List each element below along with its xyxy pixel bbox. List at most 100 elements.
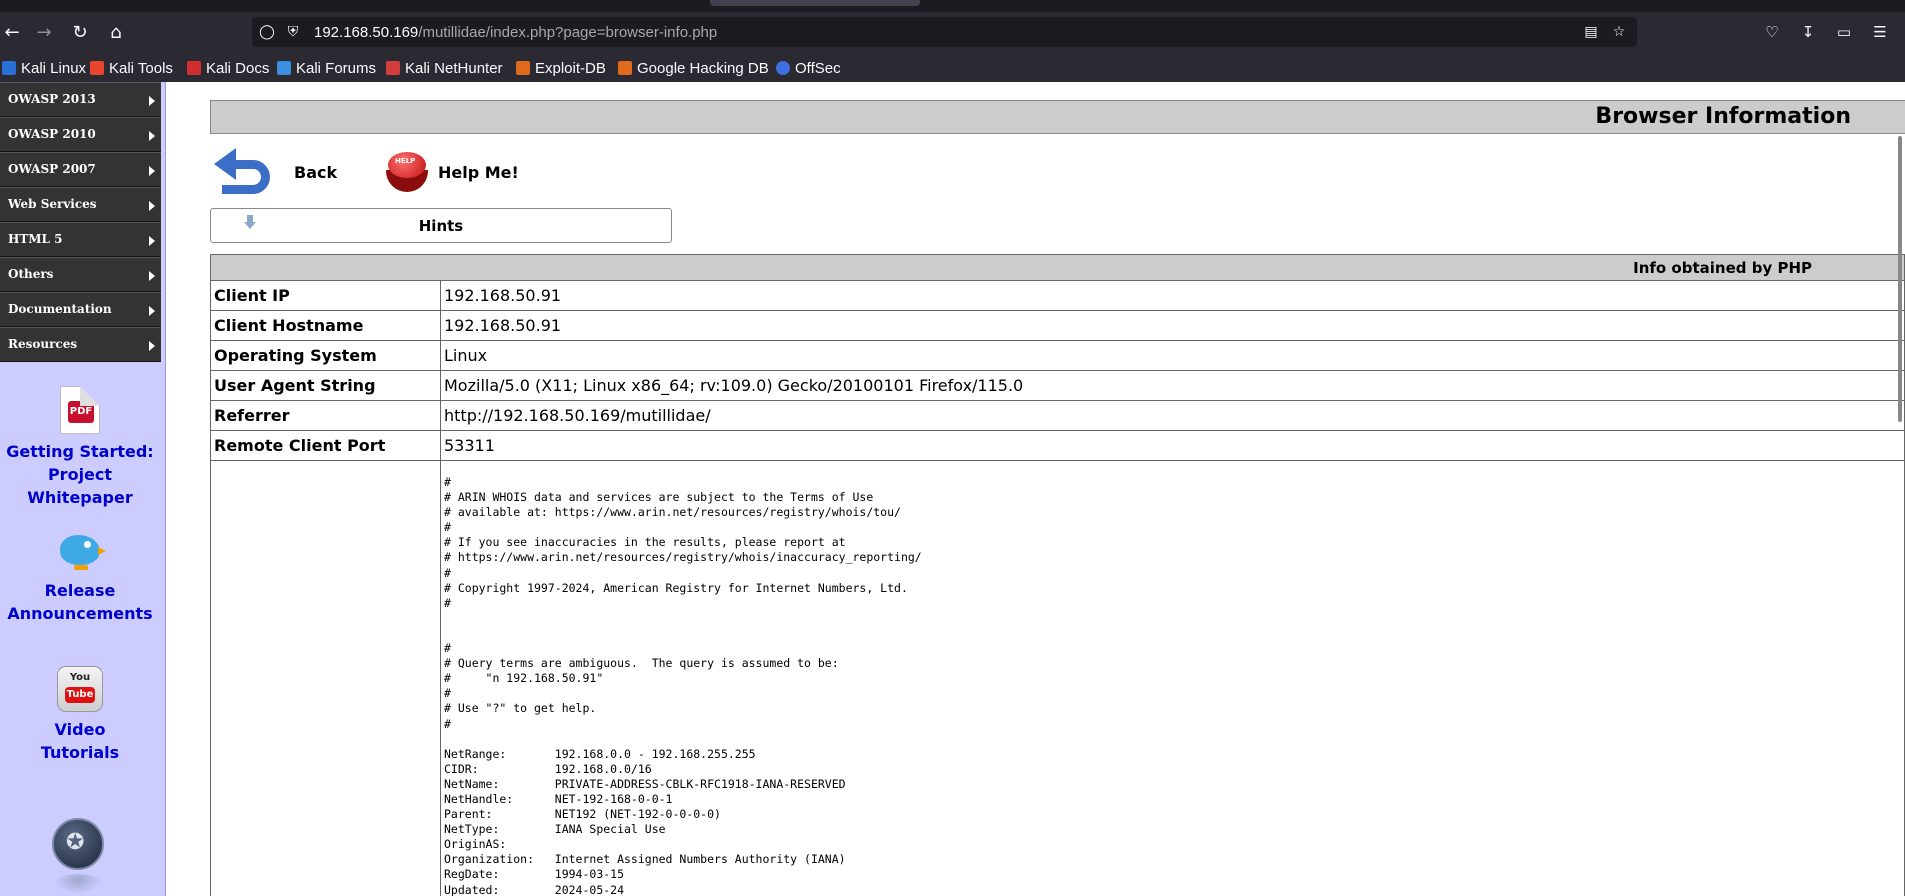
row-label: User Agent String (210, 370, 441, 401)
bookmark-kali-linux[interactable]: Kali Linux (2, 58, 86, 78)
table-row: Client Hostname 192.168.50.91 (210, 310, 1905, 341)
table-row: Remote Client Port 53311 (210, 430, 1905, 461)
kali-tools-icon (90, 61, 104, 75)
google-hacking-db-icon (618, 61, 632, 75)
bookmark-kali-forums[interactable]: Kali Forums (277, 58, 376, 78)
submenu-arrow-icon (149, 341, 155, 351)
row-label: Remote Client Port (210, 430, 441, 461)
back-label[interactable]: Back (294, 163, 337, 182)
menu-resources[interactable]: Resources (0, 327, 161, 362)
bookmark-offsec[interactable]: OffSec (776, 58, 841, 78)
kali-docs-icon (187, 61, 201, 75)
menu-documentation[interactable]: Documentation (0, 292, 161, 327)
menu-web-services[interactable]: Web Services (0, 187, 161, 222)
sidebar: OWASP 2013 OWASP 2010 OWASP 2007 Web Ser… (0, 82, 166, 896)
whitepaper-link[interactable]: PDF Getting Started: Project Whitepaper (0, 386, 160, 509)
menu-owasp-2013[interactable]: OWASP 2013 (0, 82, 161, 117)
bookmarks-toolbar: Kali Linux Kali Tools Kali Docs Kali For… (0, 52, 1905, 82)
table-row: Referrer http://192.168.50.169/mutillida… (210, 400, 1905, 431)
bookmark-kali-docs[interactable]: Kali Docs (187, 58, 269, 78)
menu-label: OWASP 2007 (8, 162, 96, 176)
release-announcements-link[interactable]: Release Announcements (0, 525, 160, 625)
extensions-icon[interactable]: ▭ (1832, 20, 1856, 44)
back-arrow-icon[interactable] (214, 142, 278, 202)
menu-label: HTML 5 (8, 232, 63, 246)
reader-icon[interactable]: ▤ (1582, 23, 1600, 41)
whois-label-cell (210, 460, 441, 896)
row-value: http://192.168.50.169/mutillidae/ (440, 400, 1905, 431)
star-icon[interactable]: ☆ (1610, 23, 1628, 41)
help-label[interactable]: Help Me! (438, 163, 519, 182)
kali-forums-icon (277, 61, 291, 75)
back-icon[interactable]: ← (0, 20, 24, 44)
url-path: /mutillidae/index.php?page=browser-info.… (418, 24, 718, 41)
menu-owasp-2010[interactable]: OWASP 2010 (0, 117, 161, 152)
menu-icon[interactable]: ☰ (1868, 20, 1892, 44)
bookmark-kali-nethunter[interactable]: Kali NetHunter (386, 58, 503, 78)
row-value: Linux (440, 340, 1905, 371)
whois-row: # # ARIN WHOIS data and services are sub… (210, 460, 1905, 896)
bookmark-label: Exploit-DB (535, 59, 606, 77)
bookmark-exploit-db[interactable]: Exploit-DB (516, 58, 606, 78)
url-bar[interactable]: ◯ ⛨ 192.168.50.169/mutillidae/index.php?… (252, 17, 1637, 47)
offsec-icon (776, 61, 790, 75)
submenu-arrow-icon (149, 96, 155, 106)
forward-icon[interactable]: → (32, 20, 56, 44)
back-button[interactable]: Back (214, 142, 337, 202)
menu-others[interactable]: Others (0, 257, 161, 292)
whitepaper-label-line1[interactable]: Getting Started: (0, 440, 160, 463)
youtube-icon-top-text: You (69, 672, 91, 683)
table-row: User Agent String Mozilla/5.0 (X11; Linu… (210, 370, 1905, 401)
bookmark-label: OffSec (795, 59, 841, 77)
page-viewport: OWASP 2013 OWASP 2010 OWASP 2007 Web Ser… (0, 82, 1905, 896)
table-header: Info obtained by PHP (210, 254, 1905, 281)
exploit-db-icon (516, 61, 530, 75)
bookmark-kali-tools[interactable]: Kali Tools (90, 58, 173, 78)
shield-icon[interactable]: ◯ (258, 23, 276, 41)
hints-toggle[interactable]: Hints (210, 208, 672, 243)
video-tutorials-link[interactable]: You Tube Video Tutorials (0, 666, 160, 764)
menu-html5[interactable]: HTML 5 (0, 222, 161, 257)
help-me-button[interactable]: HELP Help Me! (386, 142, 519, 202)
home-icon[interactable]: ⌂ (104, 20, 128, 44)
submenu-arrow-icon (149, 236, 155, 246)
youtube-icon-bottom-text: Tube (65, 687, 95, 703)
hints-label[interactable]: Hints (211, 217, 671, 235)
release-label-line1[interactable]: Release (0, 579, 160, 602)
active-tab-edge[interactable] (710, 0, 920, 6)
download-icon[interactable]: ↧ (1796, 20, 1820, 44)
browser-info-table: Info obtained by PHP Client IP 192.168.5… (210, 254, 1905, 896)
owasp-logo-icon[interactable]: ✪ (52, 818, 108, 896)
menu-label: Resources (8, 337, 78, 351)
main-content: Browser Information Back HELP Help Me! H… (210, 82, 1905, 896)
table-row: Operating System Linux (210, 340, 1905, 371)
url-host: 192.168.50.169 (314, 24, 419, 41)
help-button-icon[interactable]: HELP (386, 150, 430, 194)
help-badge-text: HELP (395, 157, 416, 165)
bookmark-label: Kali NetHunter (405, 59, 503, 77)
menu-label: OWASP 2010 (8, 127, 96, 141)
menu-owasp-2007[interactable]: OWASP 2007 (0, 152, 161, 187)
table-row: Client IP 192.168.50.91 (210, 280, 1905, 311)
page-scrollbar[interactable] (1898, 136, 1902, 422)
page-title: Browser Information (1595, 104, 1851, 129)
reload-icon[interactable]: ↻ (68, 20, 92, 44)
row-label: Client Hostname (210, 310, 441, 341)
submenu-arrow-icon (149, 131, 155, 141)
lock-icon[interactable]: ⛨ (284, 23, 302, 41)
youtube-icon[interactable]: You Tube (57, 666, 103, 712)
release-label-line2[interactable]: Announcements (0, 602, 160, 625)
table-header-row: Info obtained by PHP (210, 254, 1905, 281)
video-label-line1[interactable]: Video (0, 718, 160, 741)
pdf-glyph: PDF (68, 401, 94, 423)
whitepaper-label-line2[interactable]: Project Whitepaper (0, 463, 160, 509)
pdf-icon[interactable]: PDF (60, 386, 100, 434)
url-text[interactable]: 192.168.50.169/mutillidae/index.php?page… (314, 24, 717, 41)
twitter-bird-icon[interactable] (54, 525, 106, 573)
navigation-toolbar: ← → ↻ ⌂ ◯ ⛨ 192.168.50.169/mutillidae/in… (0, 12, 1905, 52)
bookmark-google-hacking-db[interactable]: Google Hacking DB (618, 58, 769, 78)
pocket-icon[interactable]: ♡ (1760, 20, 1784, 44)
video-label-line2[interactable]: Tutorials (0, 741, 160, 764)
bookmark-label: Kali Tools (109, 59, 173, 77)
bookmark-label: Kali Forums (296, 59, 377, 77)
